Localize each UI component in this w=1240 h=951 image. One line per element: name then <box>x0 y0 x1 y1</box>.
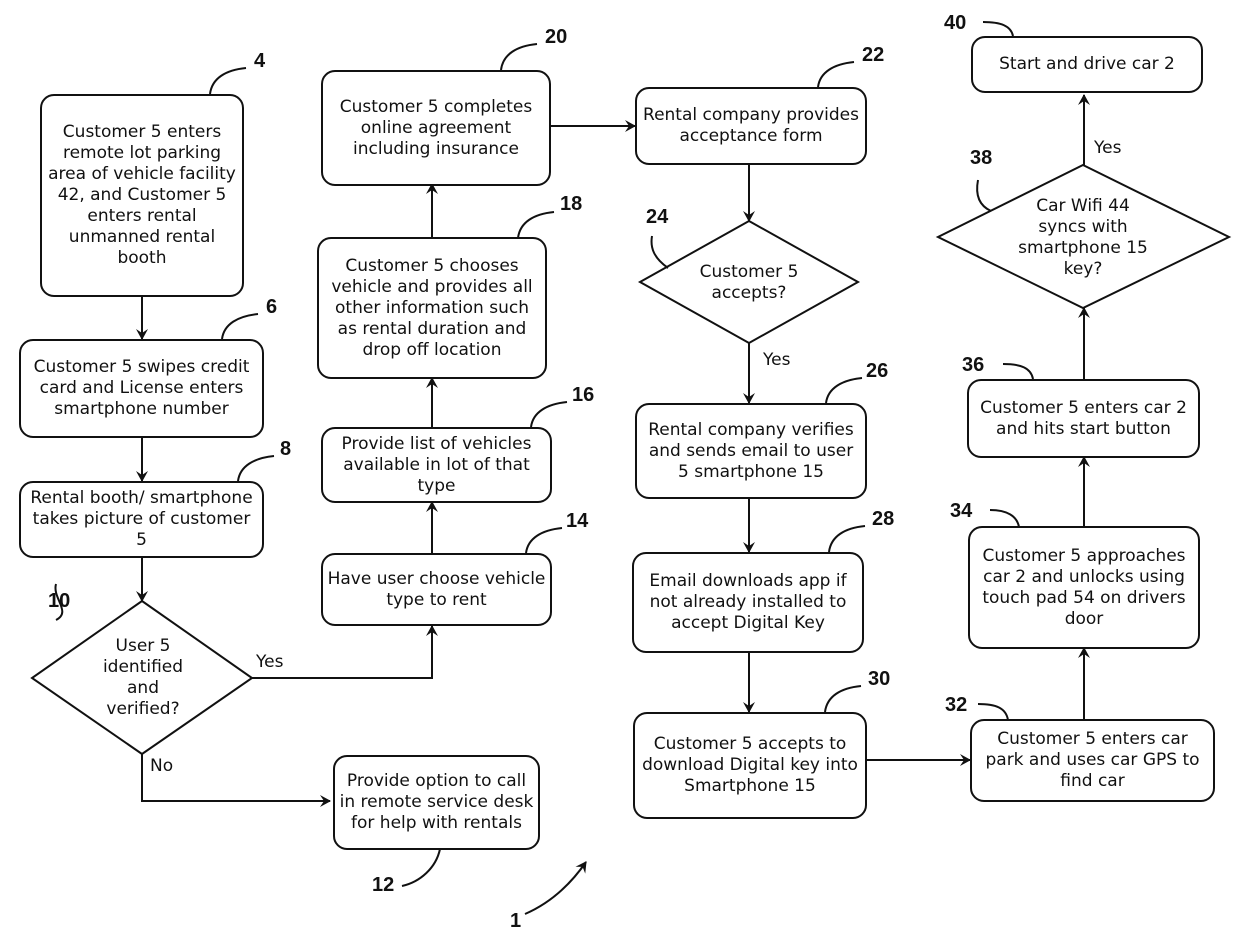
ref-36: 36 <box>962 354 985 376</box>
ref-38: 38 <box>970 147 993 169</box>
ref-8: 8 <box>280 438 292 460</box>
label-no-10: No <box>150 756 174 776</box>
step-14-text: Have user choose vehicle type to rent <box>327 568 546 610</box>
step-4-box: Customer 5 enters remote lot parking are… <box>40 94 244 297</box>
ref-20: 20 <box>545 26 568 48</box>
step-40-text: Start and drive car 2 <box>999 54 1175 74</box>
step-28-box: Email downloads app if not already insta… <box>632 552 864 653</box>
figure-ref: 1 <box>510 910 522 932</box>
step-26-box: Rental company verifies and sends email … <box>635 403 867 499</box>
step-40-box: Start and drive car 2 <box>971 36 1203 93</box>
decision-24-text: Customer 5 accepts? <box>699 262 799 303</box>
step-30-box: Customer 5 accepts to download Digital k… <box>633 712 867 819</box>
step-14-box: Have user choose vehicle type to rent <box>321 553 552 626</box>
ref-34: 34 <box>950 500 973 522</box>
leader-4 <box>209 67 247 95</box>
decision-10-text: User 5 identified and verified? <box>102 636 184 719</box>
leader-20 <box>500 43 538 71</box>
leader-12 <box>401 848 441 887</box>
step-22-text: Rental company provides acceptance form <box>643 105 859 146</box>
label-yes-10: Yes <box>256 652 284 672</box>
label-yes-38: Yes <box>1094 138 1122 158</box>
step-6-box: Customer 5 swipes credit card and Licens… <box>19 339 264 438</box>
step-20-text: Customer 5 completes online agreement in… <box>339 96 533 159</box>
ref-28: 28 <box>872 508 895 530</box>
leader-32 <box>977 703 1009 721</box>
step-6-text: Customer 5 swipes credit card and Licens… <box>33 357 250 419</box>
leader-30 <box>824 685 862 713</box>
leader-28 <box>828 525 866 553</box>
step-34-box: Customer 5 approaches car 2 and unlocks … <box>968 526 1200 649</box>
step-16-box: Provide list of vehicles available in lo… <box>321 427 552 503</box>
step-18-text: Customer 5 chooses vehicle and provides … <box>331 255 533 360</box>
step-18-box: Customer 5 chooses vehicle and provides … <box>317 237 547 379</box>
step-36-text: Customer 5 enters car 2 and hits start b… <box>980 397 1187 439</box>
ref-16: 16 <box>572 384 595 406</box>
step-30-text: Customer 5 accepts to download Digital k… <box>642 734 858 796</box>
ref-30: 30 <box>868 668 891 690</box>
label-yes-24: Yes <box>763 350 791 370</box>
leader-14 <box>525 527 563 554</box>
step-32-text: Customer 5 enters car park and uses car … <box>985 729 1200 791</box>
ref-12: 12 <box>372 874 395 896</box>
ref-10: 10 <box>48 590 71 612</box>
step-4-text: Customer 5 enters remote lot parking are… <box>48 122 236 268</box>
leader-8 <box>237 455 275 482</box>
flowchart: Customer 5 enters remote lot parking are… <box>0 0 1240 951</box>
leader-34 <box>989 509 1020 528</box>
leader-22 <box>817 61 855 88</box>
ref-18: 18 <box>560 193 583 215</box>
step-28-text: Email downloads app if not already insta… <box>649 571 847 633</box>
ref-4: 4 <box>254 50 266 72</box>
leader-40 <box>982 21 1014 37</box>
step-12-box: Provide option to call in remote service… <box>333 755 540 850</box>
step-32-box: Customer 5 enters car park and uses car … <box>970 719 1215 802</box>
decision-38-text: Car Wifi 44 syncs with smartphone 15 key… <box>1018 196 1148 279</box>
leader-18 <box>517 211 555 239</box>
step-8-box: Rental booth/ smartphone takes picture o… <box>19 481 264 558</box>
ref-32: 32 <box>945 694 968 716</box>
leader-26 <box>825 377 863 404</box>
ref-6: 6 <box>266 296 278 318</box>
ref-22: 22 <box>862 44 885 66</box>
step-26-text: Rental company verifies and sends email … <box>648 419 854 482</box>
leader-6 <box>221 313 259 340</box>
step-34-text: Customer 5 approaches car 2 and unlocks … <box>982 545 1186 629</box>
step-36-box: Customer 5 enters car 2 and hits start b… <box>967 379 1200 458</box>
leader-38 <box>976 179 992 212</box>
figure-ref-arrow <box>524 861 587 915</box>
ref-26: 26 <box>866 360 889 382</box>
step-16-text: Provide list of vehicles available in lo… <box>341 433 532 496</box>
leader-16 <box>530 401 568 428</box>
step-12-text: Provide option to call in remote service… <box>339 771 534 833</box>
ref-24: 24 <box>646 206 669 228</box>
ref-40: 40 <box>944 12 967 34</box>
leader-24 <box>650 235 669 269</box>
step-22-box: Rental company provides acceptance form <box>635 87 867 165</box>
leader-36 <box>1002 363 1034 380</box>
step-8-text: Rental booth/ smartphone takes picture o… <box>30 488 253 550</box>
step-20-box: Customer 5 completes online agreement in… <box>321 70 551 186</box>
ref-14: 14 <box>566 510 589 532</box>
